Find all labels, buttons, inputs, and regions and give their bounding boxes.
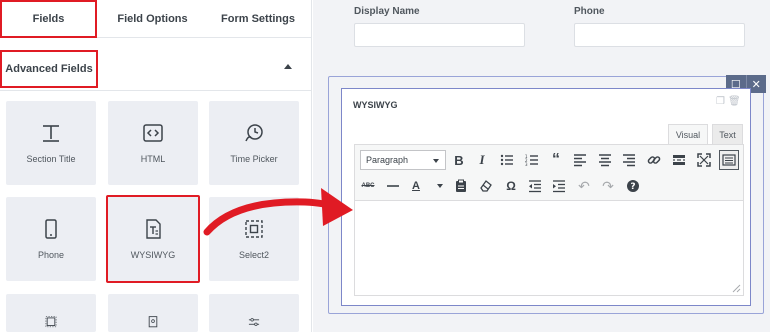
section-divider [0, 90, 312, 91]
chevron-down-icon[interactable] [432, 178, 448, 194]
field-tile-label: HTML [140, 154, 166, 164]
phone-icon [45, 219, 57, 239]
resize-handle-icon[interactable] [731, 283, 741, 293]
tab-form-settings[interactable]: Form Settings [210, 0, 306, 38]
field-tile-label: Select2 [238, 250, 270, 260]
format-select-value: Paragraph [366, 155, 409, 165]
outdent-icon[interactable] [527, 178, 543, 194]
align-right-icon[interactable] [621, 152, 637, 168]
horizontal-line-icon[interactable] [385, 178, 401, 194]
field-tile-label: Time Picker [230, 154, 278, 164]
redo-icon[interactable]: ↷ [600, 178, 616, 194]
phone-label: Phone [574, 6, 605, 17]
tab-field-options-label: Field Options [117, 13, 188, 25]
tab-fields[interactable]: Fields [0, 0, 97, 38]
advanced-fields-label: Advanced Fields [5, 63, 93, 75]
field-tile-time-picker[interactable]: Time Picker [209, 101, 299, 185]
field-tile-label: Phone [37, 250, 65, 260]
collapse-caret-icon[interactable] [284, 64, 292, 69]
field-tile-label: WYSIWYG [130, 250, 176, 260]
clear-formatting-icon[interactable] [478, 178, 494, 194]
field-tile-wysiwyg[interactable]: WYSIWYG [106, 195, 200, 283]
bold-icon[interactable]: B [451, 152, 467, 168]
tab-visual[interactable]: Visual [668, 124, 708, 145]
blockquote-icon[interactable]: “ [548, 151, 564, 168]
tab-form-settings-label: Form Settings [221, 13, 295, 25]
text-color-icon[interactable]: A [408, 178, 424, 194]
italic-icon[interactable]: I [474, 152, 490, 168]
align-left-icon[interactable] [572, 152, 588, 168]
align-center-icon[interactable] [597, 152, 613, 168]
wysiwyg-field-title: WYSIWYG [353, 100, 398, 110]
bullet-list-icon[interactable] [499, 152, 515, 168]
tab-text[interactable]: Text [712, 124, 743, 145]
field-tile-partial[interactable] [209, 294, 299, 332]
tab-fields-label: Fields [32, 13, 65, 25]
undo-icon[interactable]: ↶ [576, 178, 592, 194]
clock-icon [245, 124, 263, 142]
toolbar-toggle-icon[interactable] [719, 150, 739, 170]
tab-visual-label: Visual [675, 129, 701, 140]
drag-arrow-annotation [203, 188, 353, 236]
field-tile-partial[interactable] [6, 294, 96, 332]
display-name-input[interactable] [354, 23, 525, 47]
paste-text-icon[interactable] [453, 178, 469, 194]
tab-text-label: Text [719, 129, 736, 140]
numbered-list-icon[interactable]: 123 [524, 152, 540, 168]
special-character-icon[interactable]: Ω [503, 178, 519, 194]
advanced-fields-header[interactable]: Advanced Fields [0, 50, 98, 88]
wysiwyg-icon [146, 219, 161, 239]
copy-icon[interactable]: ❐ [716, 96, 728, 107]
layers-icon [45, 316, 57, 328]
field-tile-partial[interactable] [108, 294, 198, 332]
section-title-icon [43, 125, 59, 142]
fullscreen-icon[interactable] [696, 152, 712, 168]
sliders-icon [248, 318, 260, 326]
format-select[interactable]: Paragraph [360, 150, 446, 170]
svg-text:?: ? [630, 182, 635, 192]
strikethrough-icon[interactable]: ABC [360, 178, 376, 194]
field-tile-label: Section Title [26, 154, 76, 164]
phone-input[interactable] [574, 23, 745, 47]
svg-text:3: 3 [525, 162, 528, 167]
trash-icon[interactable]: 🗑 [728, 96, 744, 107]
indent-icon[interactable] [551, 178, 567, 194]
help-icon[interactable]: ? [625, 178, 641, 194]
field-tile-phone[interactable]: Phone [6, 197, 96, 281]
html-code-icon [143, 124, 163, 142]
field-tile-section-title[interactable]: Section Title [6, 101, 96, 185]
image-upload-icon [148, 316, 158, 328]
link-icon[interactable] [646, 152, 662, 168]
display-name-label: Display Name [354, 6, 420, 17]
read-more-icon[interactable] [671, 152, 687, 168]
tab-field-options[interactable]: Field Options [105, 0, 200, 38]
chevron-down-icon [433, 159, 439, 163]
field-actions: ❐🗑 [716, 96, 744, 107]
field-tile-html[interactable]: HTML [108, 101, 198, 185]
